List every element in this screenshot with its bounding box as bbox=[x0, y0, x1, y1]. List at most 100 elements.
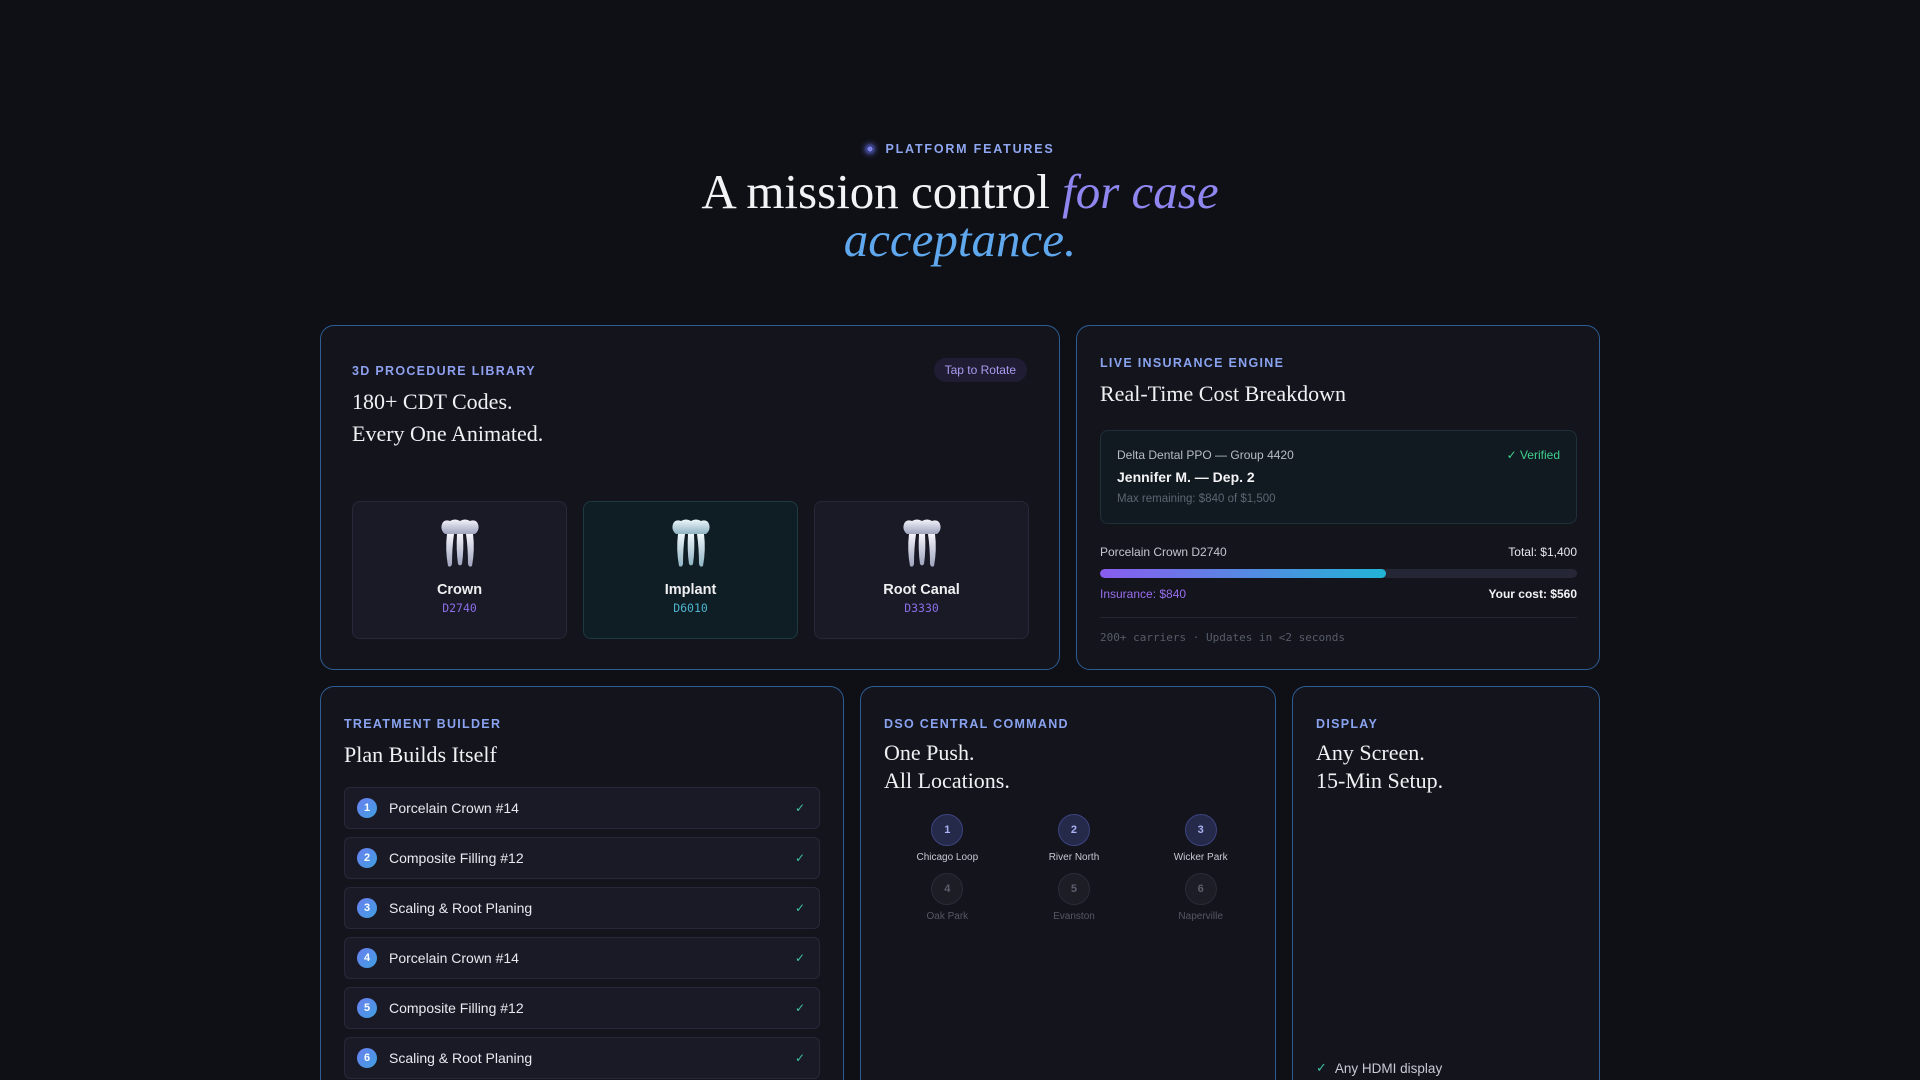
display-title: Any Screen. 15-Min Setup. bbox=[1316, 739, 1443, 795]
location-name: Chicago Loop bbox=[916, 852, 979, 863]
tooth-icon bbox=[671, 519, 710, 567]
patient-name: Jennifer M. — Dep. 2 bbox=[1117, 469, 1255, 485]
step-label: Scaling & Root Planing bbox=[389, 900, 533, 916]
headline-plain: A mission control bbox=[701, 164, 1063, 219]
treatment-step[interactable]: 3 Scaling & Root Planing ✓ bbox=[344, 887, 820, 929]
display-card: DISPLAY Any Screen. 15-Min Setup. ✓ Any … bbox=[1292, 686, 1600, 1080]
treatment-step[interactable]: 6 Scaling & Root Planing ✓ bbox=[344, 1037, 820, 1079]
insurance-label: LIVE INSURANCE ENGINE bbox=[1100, 356, 1285, 370]
check-icon: ✓ bbox=[794, 901, 805, 915]
location-number: 2 bbox=[1057, 814, 1090, 846]
headline-accent-2: acceptance. bbox=[843, 212, 1077, 267]
step-number: 6 bbox=[357, 1048, 377, 1068]
procedure-total: Total: $1,400 bbox=[1508, 545, 1577, 559]
step-label: Porcelain Crown #14 bbox=[389, 800, 519, 816]
location-name: Evanston bbox=[1053, 911, 1095, 922]
check-icon: ✓ bbox=[1316, 1060, 1327, 1075]
coverage-progress-fill bbox=[1100, 569, 1387, 578]
section-eyebrow: PLATFORM FEATURES bbox=[0, 142, 1920, 156]
step-label: Composite Filling #12 bbox=[389, 850, 524, 866]
procedure-code: D6010 bbox=[673, 601, 708, 615]
procedure-code: D2740 bbox=[442, 601, 477, 615]
check-icon: ✓ bbox=[794, 851, 805, 865]
display-feature-item: ✓ Any HDMI display bbox=[1316, 1060, 1442, 1076]
location-river-north[interactable]: 2 River North bbox=[1011, 814, 1138, 863]
procedure-tile-root-canal[interactable]: Root Canal D3330 bbox=[814, 501, 1029, 639]
location-number: 6 bbox=[1184, 873, 1217, 905]
procedure-title-line-1: 180+ CDT Codes. bbox=[352, 389, 513, 414]
treatment-step[interactable]: 4 Porcelain Crown #14 ✓ bbox=[344, 937, 820, 979]
location-name: Oak Park bbox=[926, 911, 969, 922]
location-number: 4 bbox=[931, 873, 964, 905]
insurance-footer: 200+ carriers · Updates in <2 seconds bbox=[1100, 631, 1346, 644]
procedure-cost-row: Porcelain Crown D2740 Total: $1,400 bbox=[1100, 545, 1577, 559]
location-name: Naperville bbox=[1178, 911, 1223, 922]
procedure-library-title: 180+ CDT Codes. Every One Animated. bbox=[352, 386, 752, 450]
step-number: 5 bbox=[357, 998, 377, 1018]
location-evanston[interactable]: 5 Evanston bbox=[1011, 873, 1138, 922]
step-number: 1 bbox=[357, 798, 377, 818]
eyebrow-dot-icon bbox=[865, 144, 876, 154]
display-title-line-1: Any Screen. bbox=[1316, 740, 1425, 765]
treatment-title: Plan Builds Itself bbox=[344, 742, 497, 767]
patient-cost: Your cost: $560 bbox=[1488, 587, 1577, 601]
patient-coverage-box: Delta Dental PPO — Group 4420 ✓ Verified… bbox=[1100, 430, 1577, 524]
location-chicago-loop[interactable]: 1 Chicago Loop bbox=[884, 814, 1011, 863]
insurance-title: Real-Time Cost Breakdown bbox=[1100, 381, 1347, 406]
location-naperville[interactable]: 6 Naperville bbox=[1137, 873, 1264, 922]
cost-split-row: Insurance: $840 Your cost: $560 bbox=[1100, 587, 1577, 601]
location-name: Wicker Park bbox=[1173, 852, 1228, 863]
display-title-line-2: 15-Min Setup. bbox=[1316, 768, 1444, 793]
location-oak-park[interactable]: 4 Oak Park bbox=[884, 873, 1011, 922]
check-icon: ✓ bbox=[794, 951, 805, 965]
step-label: Composite Filling #12 bbox=[389, 1000, 524, 1016]
procedure-name: Root Canal bbox=[883, 582, 960, 598]
treatment-label: TREATMENT BUILDER bbox=[344, 717, 502, 731]
dso-title-line-2: All Locations. bbox=[884, 768, 1010, 793]
procedure-title-line-2: Every One Animated. bbox=[352, 421, 544, 446]
step-number: 2 bbox=[357, 848, 377, 868]
location-number: 3 bbox=[1184, 814, 1217, 846]
insurance-share: Insurance: $840 bbox=[1100, 587, 1187, 601]
procedure-library-card: 3D PROCEDURE LIBRARY 180+ CDT Codes. Eve… bbox=[320, 325, 1060, 670]
procedure-tile-implant[interactable]: Implant D6010 bbox=[583, 501, 798, 639]
location-number: 1 bbox=[931, 814, 964, 846]
procedure-name: Implant bbox=[664, 582, 717, 598]
treatment-step[interactable]: 1 Porcelain Crown #14 ✓ bbox=[344, 787, 820, 829]
headline-accent-1: for case bbox=[1062, 164, 1219, 219]
dso-command-card: DSO CENTRAL COMMAND One Push. All Locati… bbox=[860, 686, 1276, 1080]
step-number: 3 bbox=[357, 898, 377, 918]
tooth-icon bbox=[902, 519, 941, 567]
divider bbox=[1100, 617, 1577, 618]
tap-to-rotate-button[interactable]: Tap to Rotate bbox=[933, 358, 1027, 382]
eyebrow-text: PLATFORM FEATURES bbox=[885, 142, 1055, 156]
location-number: 5 bbox=[1057, 873, 1090, 905]
max-remaining: Max remaining: $840 of $1,500 bbox=[1117, 493, 1276, 505]
step-label: Porcelain Crown #14 bbox=[389, 950, 519, 966]
procedure-name: Porcelain Crown D2740 bbox=[1100, 545, 1227, 559]
page-headline: A mission control for case acceptance. bbox=[0, 167, 1920, 267]
check-icon: ✓ bbox=[794, 1001, 805, 1015]
dso-label: DSO CENTRAL COMMAND bbox=[884, 717, 1069, 731]
insurance-plan: Delta Dental PPO — Group 4420 bbox=[1117, 448, 1294, 462]
step-number: 4 bbox=[357, 948, 377, 968]
procedure-tile-crown[interactable]: Crown D2740 bbox=[352, 501, 567, 639]
dso-title-line-1: One Push. bbox=[884, 740, 975, 765]
treatment-builder-card: TREATMENT BUILDER Plan Builds Itself 1 P… bbox=[320, 686, 844, 1080]
display-feature-label: Any HDMI display bbox=[1334, 1060, 1443, 1076]
check-icon: ✓ bbox=[794, 801, 805, 815]
coverage-progress-bar bbox=[1100, 569, 1577, 578]
procedure-code: D3330 bbox=[904, 601, 939, 615]
location-name: River North bbox=[1048, 852, 1100, 863]
location-wicker-park[interactable]: 3 Wicker Park bbox=[1137, 814, 1264, 863]
treatment-step[interactable]: 2 Composite Filling #12 ✓ bbox=[344, 837, 820, 879]
procedure-name: Crown bbox=[436, 582, 483, 598]
verified-badge: ✓ Verified bbox=[1506, 448, 1560, 462]
step-label: Scaling & Root Planing bbox=[389, 1050, 533, 1066]
treatment-step[interactable]: 5 Composite Filling #12 ✓ bbox=[344, 987, 820, 1029]
display-label: DISPLAY bbox=[1316, 717, 1379, 731]
insurance-engine-card: LIVE INSURANCE ENGINE Real-Time Cost Bre… bbox=[1076, 325, 1600, 670]
check-icon: ✓ bbox=[794, 1051, 805, 1065]
dso-title: One Push. All Locations. bbox=[884, 739, 1010, 795]
procedure-library-label: 3D PROCEDURE LIBRARY bbox=[352, 364, 536, 378]
